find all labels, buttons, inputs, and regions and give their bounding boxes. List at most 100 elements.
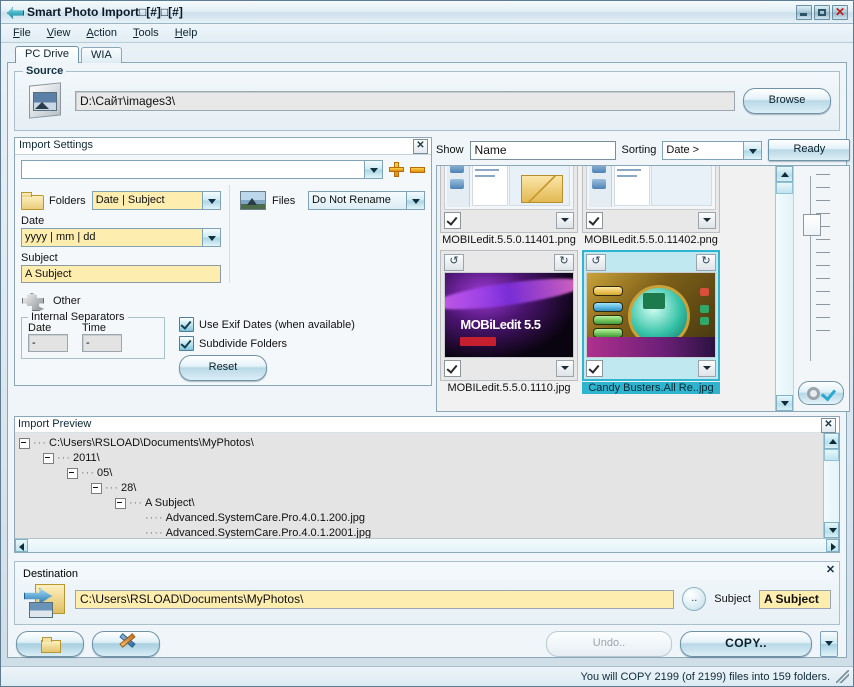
tools-button[interactable] [92, 631, 160, 657]
status-bar: You will COPY 2199 (of 2199) files into … [1, 666, 853, 686]
rotate-cw-icon[interactable]: ↻ [554, 253, 574, 271]
preview-hscrollbar[interactable] [15, 538, 839, 552]
thumbnail-frame-selected[interactable]: ↺ ↻ [582, 250, 720, 381]
thumbnail-frame[interactable]: ↺ ↻ MOBiLedit 5.5 [440, 250, 578, 381]
thumbnail-checkbox[interactable] [586, 360, 603, 377]
chevron-down-icon[interactable] [406, 192, 424, 209]
chevron-down-icon[interactable] [202, 192, 220, 209]
rotate-cw-icon[interactable]: ↻ [696, 253, 716, 271]
thumbnail-cell[interactable]: ↺ ↻ [582, 250, 720, 394]
copy-button[interactable]: COPY.. [680, 631, 812, 657]
tree-leaf[interactable]: ···· Advanced.SystemCare.Pro.4.0.1.2001.… [19, 526, 823, 538]
slider-track[interactable] [810, 176, 812, 361]
thumbnail-checkbox[interactable] [586, 212, 603, 229]
tree-node[interactable]: ··· C:\Users\RSLOAD\Documents\MyPhotos\ [19, 436, 823, 451]
destination-close-icon[interactable]: ✕ [824, 564, 837, 577]
open-folder-button[interactable] [16, 631, 84, 657]
thumbnail-frame[interactable]: ↺ ↻ [582, 166, 720, 233]
thumbnail-menu-icon[interactable] [556, 360, 574, 377]
checkmark-icon [179, 317, 194, 332]
chevron-down-icon[interactable] [202, 229, 220, 246]
import-settings-close-icon[interactable]: ✕ [413, 139, 428, 154]
destination-subject-input[interactable]: A Subject [759, 589, 831, 609]
destination-browse-button[interactable]: .. [682, 587, 707, 611]
thumbnail-menu-icon[interactable] [698, 360, 716, 377]
thumbnail-cell[interactable]: ↺ ↻ [440, 166, 578, 246]
collapse-toggle-icon[interactable] [67, 468, 78, 479]
preset-combo[interactable] [21, 160, 383, 179]
sorting-combo[interactable]: Date > [662, 140, 763, 160]
thumbnail-checkbox[interactable] [444, 360, 461, 377]
collapse-toggle-icon[interactable] [115, 498, 126, 509]
tree-node[interactable]: ··· 05\ [19, 466, 823, 481]
thumbnail-checkbox[interactable] [444, 212, 461, 229]
import-settings-title-bar: Import Settings ✕ [15, 138, 431, 155]
show-input[interactable]: Name [469, 140, 616, 160]
settings-apply-button[interactable] [798, 381, 845, 405]
thumbnail-cell[interactable]: ↺ ↻ [582, 166, 720, 246]
menu-tools[interactable]: Tools [131, 26, 161, 40]
folders-combo[interactable]: Date | Subject [91, 191, 221, 210]
scrollbar-thumb[interactable] [776, 182, 794, 194]
collapse-toggle-icon[interactable] [91, 483, 102, 494]
scroll-up-icon[interactable] [824, 433, 839, 449]
remove-preset-button[interactable] [410, 162, 425, 177]
browse-button[interactable]: Browse [743, 88, 831, 114]
import-preview-close-icon[interactable]: ✕ [821, 418, 836, 433]
menu-view-rest: iew [53, 27, 71, 39]
chevron-down-icon[interactable] [743, 141, 762, 159]
menu-help[interactable]: Help [173, 26, 200, 40]
thumbnail-menu-icon[interactable] [698, 212, 716, 229]
resize-grip-icon[interactable] [836, 670, 849, 683]
reset-button[interactable]: Reset [179, 355, 267, 381]
thumbnail-image [586, 166, 716, 210]
scroll-down-icon[interactable] [776, 395, 794, 411]
ready-button[interactable]: Ready [768, 139, 851, 161]
close-icon[interactable]: ✕ [832, 4, 848, 20]
preview-tree[interactable]: ··· C:\Users\RSLOAD\Documents\MyPhotos\ … [15, 433, 823, 538]
tab-wia[interactable]: WIA [81, 47, 122, 63]
slider-handle[interactable] [803, 214, 822, 236]
rotate-ccw-icon[interactable]: ↺ [586, 253, 606, 271]
tree-node[interactable]: ··· 2011\ [19, 451, 823, 466]
tree-node[interactable]: ··· 28\ [19, 481, 823, 496]
thumbnail-name: MOBILedit.5.5.0.11401.png [442, 234, 576, 246]
menu-action[interactable]: Action [84, 26, 119, 40]
source-path-field[interactable]: D:\Сайт\images3\ [75, 91, 735, 111]
date-format-combo[interactable]: yyyy | mm | dd [21, 228, 221, 247]
collapse-toggle-icon[interactable] [43, 453, 54, 464]
chevron-down-icon[interactable] [820, 631, 838, 657]
minimize-icon[interactable] [796, 4, 812, 20]
scrollbar-thumb[interactable] [824, 449, 839, 461]
scroll-up-icon[interactable] [776, 166, 794, 182]
chevron-down-icon[interactable] [364, 161, 382, 178]
undo-button[interactable]: Undo.. [546, 631, 672, 657]
thumbnail-cell[interactable]: ↺ ↻ MOBiLedit 5.5 MOBILedit.5.5.0.1110.j… [440, 250, 578, 394]
preview-scrollbar[interactable] [823, 433, 839, 538]
files-rename-combo[interactable]: Do Not Rename [308, 191, 425, 210]
subject-input[interactable]: A Subject [21, 265, 221, 283]
separator-time-input[interactable]: - [82, 334, 122, 352]
tree-node[interactable]: ··· A Subject\ [19, 496, 823, 511]
destination-path-field[interactable]: C:\Users\RSLOAD\Documents\MyPhotos\ [75, 589, 675, 609]
thumbnail-menu-icon[interactable] [556, 212, 574, 229]
scroll-left-icon[interactable] [15, 539, 28, 552]
maximize-icon[interactable] [814, 4, 830, 20]
collapse-toggle-icon[interactable] [19, 438, 30, 449]
use-exif-dates-checkbox[interactable]: Use Exif Dates (when available) [179, 317, 355, 332]
scrollbar-track[interactable] [776, 194, 794, 395]
tab-pc-drive[interactable]: PC Drive [15, 46, 80, 63]
separator-date-input[interactable]: - [28, 334, 68, 352]
thumbnail-scrollbar[interactable] [775, 166, 794, 411]
add-preset-button[interactable] [389, 162, 404, 177]
menu-view[interactable]: View [45, 26, 73, 40]
thumbnail-frame[interactable]: ↺ ↻ [440, 166, 578, 233]
scroll-down-icon[interactable] [824, 522, 839, 538]
menu-file[interactable]: File [11, 26, 33, 40]
scrollbar-track[interactable] [824, 461, 839, 522]
hscrollbar-track[interactable] [28, 539, 826, 552]
tree-leaf[interactable]: ···· Advanced.SystemCare.Pro.4.0.1.200.j… [19, 511, 823, 526]
subdivide-folders-checkbox[interactable]: Subdivide Folders [179, 336, 355, 351]
rotate-ccw-icon[interactable]: ↺ [444, 253, 464, 271]
scroll-right-icon[interactable] [826, 539, 839, 552]
